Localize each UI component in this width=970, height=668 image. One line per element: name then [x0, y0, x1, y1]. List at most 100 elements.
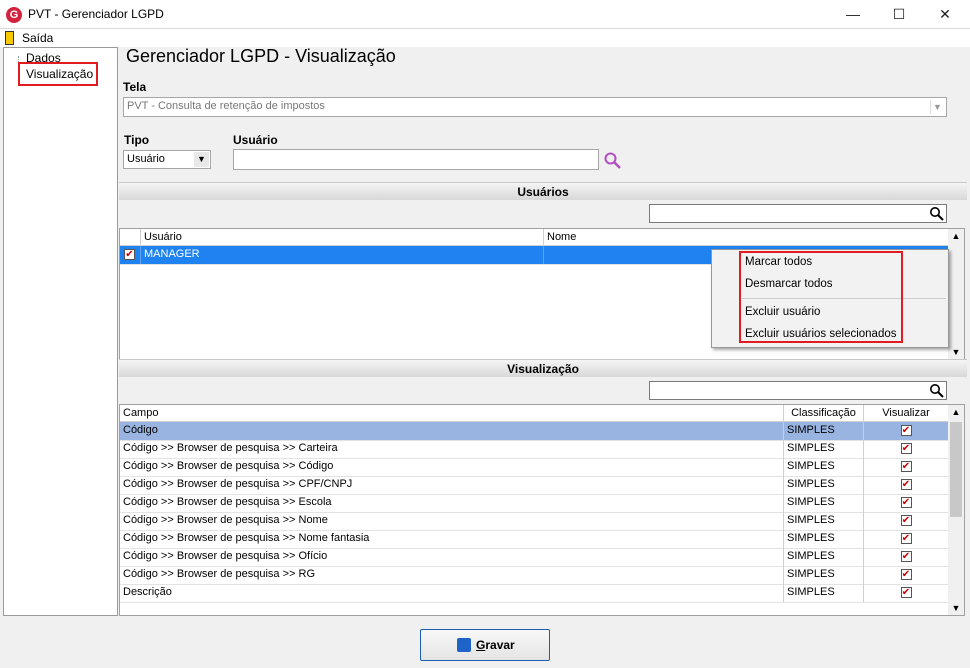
scroll-down-icon[interactable]: ▼	[948, 347, 964, 357]
table-row[interactable]: Código SIMPLES ✔	[120, 422, 948, 441]
usuario-label: Usuário	[233, 133, 278, 147]
visualizacao-grid: Campo Classificação Visualizar Código SIM…	[119, 404, 965, 616]
usuario-input[interactable]	[233, 149, 599, 170]
cell-visualizar[interactable]: ✔	[864, 422, 948, 440]
scroll-up-icon[interactable]: ▲	[948, 407, 964, 417]
checkbox[interactable]: ✔	[124, 248, 135, 260]
cell-campo: Código >> Browser de pesquisa >> RG	[120, 566, 784, 584]
cell-classificacao: SIMPLES	[784, 530, 864, 548]
exit-door-icon	[5, 31, 14, 45]
cell-classificacao: SIMPLES	[784, 422, 864, 440]
scroll-up-icon[interactable]: ▲	[948, 231, 964, 241]
tela-label: Tela	[123, 80, 147, 94]
grid-header: Campo Classificação Visualizar	[120, 405, 948, 422]
vertical-scrollbar[interactable]: ▲ ▼	[948, 229, 964, 359]
cell-visualizar[interactable]: ✔	[864, 530, 948, 548]
column-usuario[interactable]: Usuário	[141, 229, 544, 245]
table-row[interactable]: Código >> Browser de pesquisa >> Nome SIM…	[120, 512, 948, 531]
navigation-tree: Dados Visualização	[3, 47, 118, 616]
cell-campo: Descrição	[120, 584, 784, 602]
row-check-cell[interactable]: ✔	[120, 246, 141, 264]
checkbox[interactable]: ✔	[900, 424, 912, 436]
column-classificacao[interactable]: Classificação	[784, 405, 864, 421]
gravar-label: Gravar	[476, 638, 515, 652]
checkbox[interactable]: ✔	[900, 442, 912, 454]
chevron-down-icon[interactable]: ▼	[930, 100, 944, 114]
cell-classificacao: SIMPLES	[784, 548, 864, 566]
table-row[interactable]: Código >> Browser de pesquisa >> CPF/CNP…	[120, 476, 948, 495]
checkbox[interactable]: ✔	[900, 478, 912, 490]
menu-bar: Saída	[0, 29, 970, 47]
cell-campo: Código >> Browser de pesquisa >> CPF/CNP…	[120, 476, 784, 494]
annotation-highlight-box	[739, 251, 903, 343]
cell-campo: Código	[120, 422, 784, 440]
checkbox[interactable]: ✔	[900, 514, 912, 526]
cell-classificacao: SIMPLES	[784, 476, 864, 494]
scrollbar-thumb[interactable]	[950, 422, 962, 517]
title-bar: G PVT - Gerenciador LGPD — ☐ ✕	[0, 0, 970, 29]
tipo-label: Tipo	[124, 133, 150, 147]
maximize-button[interactable]: ☐	[876, 0, 922, 29]
search-icon[interactable]	[929, 206, 944, 221]
close-button[interactable]: ✕	[922, 0, 968, 29]
cell-visualizar[interactable]: ✔	[864, 458, 948, 476]
table-row[interactable]: Código >> Browser de pesquisa >> RG SIMPL…	[120, 566, 948, 585]
cell-visualizar[interactable]: ✔	[864, 494, 948, 512]
checkbox[interactable]: ✔	[900, 496, 912, 508]
table-row[interactable]: Código >> Browser de pesquisa >> Código S…	[120, 458, 948, 477]
visualizacao-filter-input[interactable]	[649, 381, 947, 400]
annotation-highlight-box	[18, 62, 98, 86]
gravar-button[interactable]: Gravar	[420, 629, 550, 661]
table-row[interactable]: Descrição SIMPLES ✔	[120, 584, 948, 603]
table-row[interactable]: Código >> Browser de pesquisa >> Nome fa…	[120, 530, 948, 549]
menu-item-saida[interactable]: Saída	[22, 31, 53, 45]
cell-visualizar[interactable]: ✔	[864, 584, 948, 602]
page-title: Gerenciador LGPD - Visualização	[126, 46, 396, 66]
window-title: PVT - Gerenciador LGPD	[28, 7, 164, 21]
checkbox[interactable]: ✔	[900, 460, 912, 472]
table-row[interactable]: Código >> Browser de pesquisa >> Carteir…	[120, 440, 948, 459]
floppy-disk-icon	[457, 638, 471, 652]
checkbox[interactable]: ✔	[900, 568, 912, 580]
cell-visualizar[interactable]: ✔	[864, 512, 948, 530]
table-row[interactable]: Código >> Browser de pesquisa >> Escola S…	[120, 494, 948, 513]
tela-value: PVT - Consulta de retenção de impostos	[127, 100, 325, 112]
cell-campo: Código >> Browser de pesquisa >> Escola	[120, 494, 784, 512]
column-nome[interactable]: Nome	[544, 229, 948, 245]
cell-classificacao: SIMPLES	[784, 458, 864, 476]
cell-campo: Código >> Browser de pesquisa >> Nome fa…	[120, 530, 784, 548]
usuarios-filter-input[interactable]	[649, 204, 947, 223]
grid-header: Usuário Nome	[120, 229, 948, 246]
cell-classificacao: SIMPLES	[784, 512, 864, 530]
cell-classificacao: SIMPLES	[784, 440, 864, 458]
minimize-button[interactable]: —	[830, 0, 876, 29]
search-icon[interactable]	[929, 383, 944, 398]
header-check-cell	[120, 229, 141, 245]
cell-campo: Código >> Browser de pesquisa >> Nome	[120, 512, 784, 530]
cell-campo: Código >> Browser de pesquisa >> Código	[120, 458, 784, 476]
search-icon[interactable]	[603, 151, 622, 170]
column-visualizar[interactable]: Visualizar	[864, 405, 948, 421]
tipo-select[interactable]: Usuário ▼	[123, 150, 211, 169]
tela-combobox[interactable]: PVT - Consulta de retenção de impostos ▼	[123, 97, 947, 117]
table-row[interactable]: Código >> Browser de pesquisa >> Ofício S…	[120, 548, 948, 567]
visualizacao-section-header: Visualização	[119, 359, 967, 377]
usuarios-section-header: Usuários	[119, 182, 967, 200]
app-logo-icon: G	[6, 7, 22, 23]
cell-campo: Código >> Browser de pesquisa >> Carteir…	[120, 440, 784, 458]
checkbox[interactable]: ✔	[900, 550, 912, 562]
cell-classificacao: SIMPLES	[784, 494, 864, 512]
cell-visualizar[interactable]: ✔	[864, 548, 948, 566]
tipo-value: Usuário	[127, 153, 165, 165]
column-campo[interactable]: Campo	[120, 405, 784, 421]
chevron-down-icon[interactable]: ▼	[194, 152, 209, 167]
scroll-down-icon[interactable]: ▼	[948, 603, 964, 613]
cell-visualizar[interactable]: ✔	[864, 476, 948, 494]
cell-visualizar[interactable]: ✔	[864, 566, 948, 584]
cell-visualizar[interactable]: ✔	[864, 440, 948, 458]
vertical-scrollbar[interactable]: ▲ ▼	[948, 405, 964, 615]
cell-usuario: MANAGER	[141, 246, 544, 264]
checkbox[interactable]: ✔	[900, 532, 912, 544]
cell-campo: Código >> Browser de pesquisa >> Ofício	[120, 548, 784, 566]
checkbox[interactable]: ✔	[900, 586, 912, 598]
